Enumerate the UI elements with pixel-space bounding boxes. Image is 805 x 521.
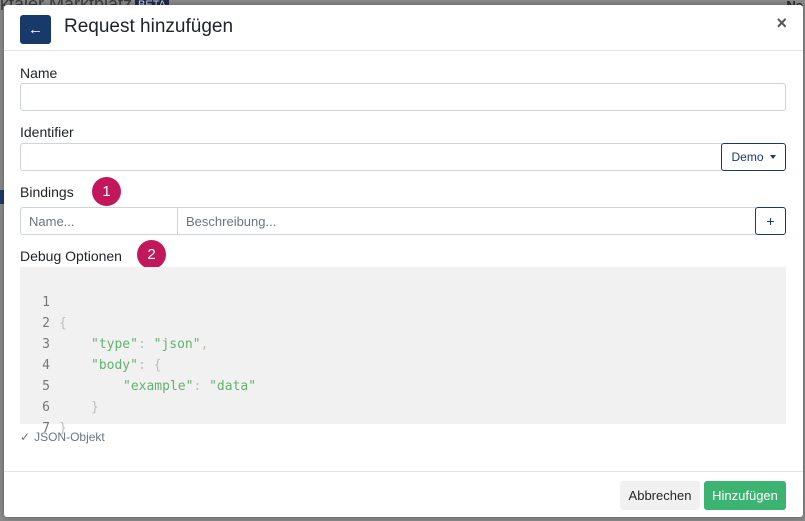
code-token: "example" — [123, 379, 194, 394]
code-line: 3 "body": { — [20, 313, 161, 373]
back-button[interactable]: ← — [20, 15, 51, 44]
demo-dropdown-label: Demo — [731, 150, 764, 164]
json-status-text: JSON-Objekt — [34, 430, 105, 444]
code-token: "data" — [209, 379, 257, 394]
demo-dropdown-button[interactable]: Demo — [721, 143, 786, 171]
code-token: , — [200, 337, 209, 352]
close-icon[interactable]: × — [776, 13, 787, 34]
modal-footer: Abbrechen Hinzufügen — [4, 471, 803, 517]
cancel-button[interactable]: Abbrechen — [620, 481, 700, 510]
debug-options-label: Debug Optionen — [20, 248, 122, 264]
identifier-label: Identifier — [20, 124, 74, 140]
name-input[interactable] — [20, 83, 786, 111]
code-line: 2 "type": "json", — [20, 292, 208, 352]
code-line: 4 "example": "data" — [20, 334, 256, 394]
caret-down-icon — [769, 155, 776, 159]
code-line: 5 } — [20, 355, 99, 415]
code-token: "json" — [153, 337, 201, 352]
code-token: } — [91, 400, 99, 415]
code-line: 7 — [20, 397, 67, 436]
code-token: "body" — [91, 358, 138, 373]
code-token: : — [193, 379, 202, 394]
add-button[interactable]: Hinzufügen — [704, 481, 786, 510]
code-token: "type" — [91, 337, 138, 352]
json-status: ✓ JSON-Objekt — [20, 430, 105, 444]
modal-title: Request hinzufügen — [64, 16, 234, 37]
code-token: : — [137, 337, 146, 352]
binding-name-input[interactable]: Name... — [20, 207, 178, 235]
bindings-label: Bindings — [20, 184, 74, 200]
annotation-badge-1: 1 — [92, 177, 121, 206]
code-token: : — [137, 358, 146, 373]
name-label: Name — [20, 65, 58, 81]
binding-description-input[interactable]: Beschreibung... — [177, 207, 756, 235]
request-modal: ← Request hinzufügen × Name Identifier D… — [4, 5, 803, 517]
add-binding-button[interactable]: + — [755, 207, 786, 235]
identifier-input[interactable] — [20, 143, 722, 171]
code-token: { — [153, 358, 162, 373]
modal-header: ← Request hinzufügen × — [4, 5, 803, 51]
arrow-left-icon: ← — [28, 21, 43, 38]
code-line: 6 } — [20, 376, 67, 436]
code-editor[interactable]: 1 { 2 "type": "json", 3 "body": { 4 "exa… — [20, 267, 786, 436]
code-line: 1 { — [20, 271, 67, 331]
check-icon: ✓ — [20, 430, 31, 444]
annotation-badge-2: 2 — [137, 240, 166, 269]
